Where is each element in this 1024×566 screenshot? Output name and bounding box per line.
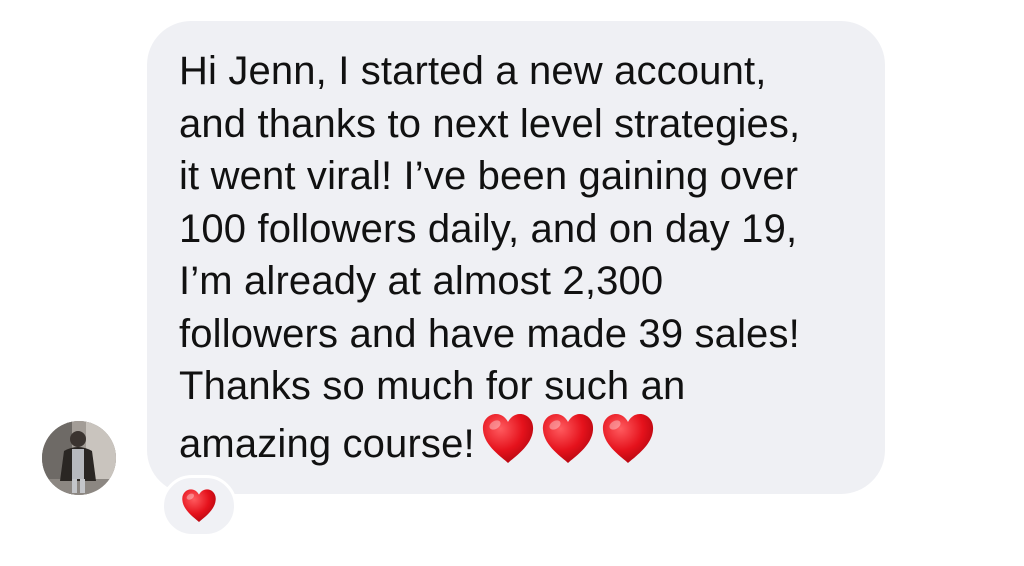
heart-reaction[interactable]: [161, 475, 237, 537]
red-heart-icon: [542, 413, 593, 463]
avatar-photo: [42, 421, 116, 495]
message-line: Hi Jenn, I started a new account,: [179, 49, 767, 93]
message-bubble[interactable]: Hi Jenn, I started a new account, and th…: [147, 21, 885, 494]
message-text: Hi Jenn, I started a new account, and th…: [179, 45, 855, 478]
message-line: followers and have made 39 sales!: [179, 311, 800, 356]
red-heart-icon: [482, 413, 533, 463]
message-line-last: amazing course!: [179, 413, 855, 479]
message-line: it went viral! I’ve been gaining over: [179, 154, 799, 198]
red-heart-icon: [602, 413, 653, 463]
message-line: amazing course!: [179, 421, 475, 466]
red-heart-icon: [182, 489, 216, 522]
chat-thread: Hi Jenn, I started a new account, and th…: [0, 0, 1024, 566]
avatar[interactable]: [42, 421, 116, 495]
trailing-hearts: [481, 413, 661, 479]
message-line: 100 followers daily, and on day 19,: [179, 206, 798, 251]
message-line: I’m already at almost 2,300: [179, 259, 664, 303]
message-line: and thanks to next level strategies,: [179, 101, 801, 146]
message-line: Thanks so much for such an: [179, 364, 686, 408]
